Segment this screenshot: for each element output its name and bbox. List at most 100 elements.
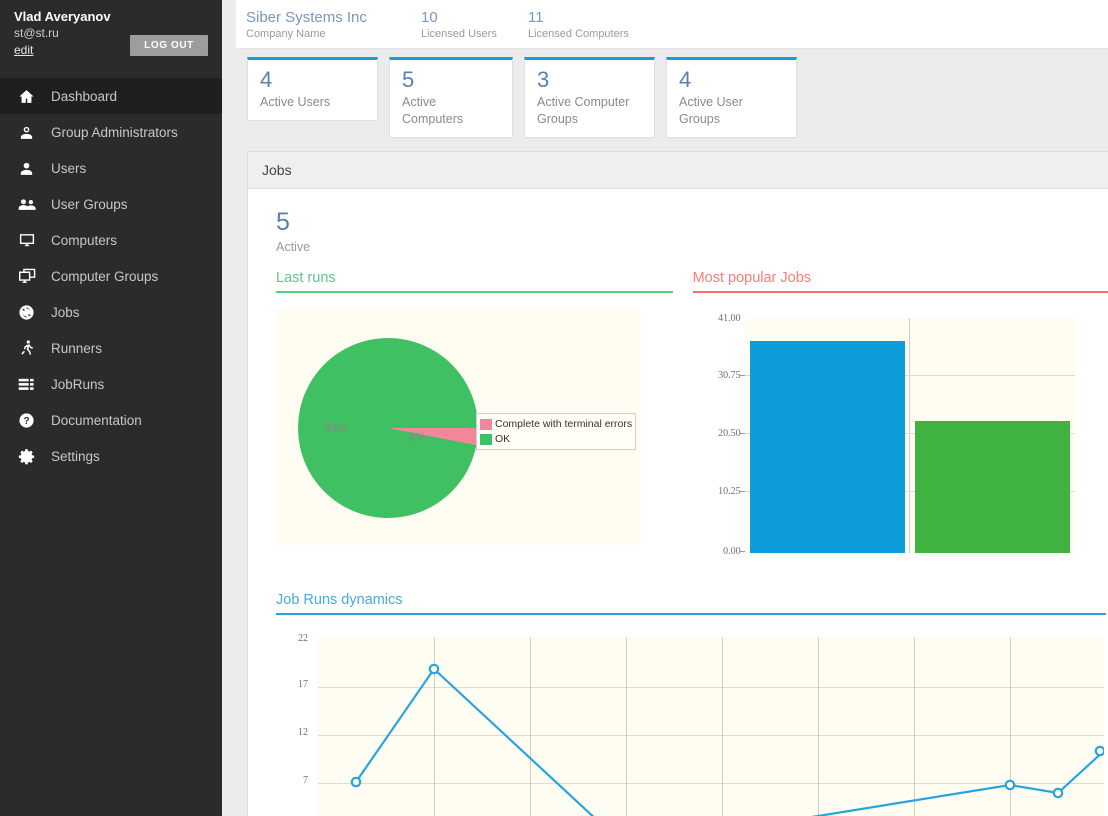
- app-root: Vlad Averyanov st@st.ru edit LOG OUT Das…: [0, 0, 1108, 816]
- line-ytick: 17: [276, 679, 308, 690]
- legend-label: OK: [495, 432, 510, 446]
- legend-item-errors: Complete with terminal errors: [480, 417, 632, 431]
- users-group-icon: [18, 196, 44, 213]
- licensed-users-label: Licensed Users: [421, 27, 528, 42]
- home-icon: [18, 88, 44, 105]
- user-outline-icon: [18, 124, 44, 141]
- sidebar-item-label: Documentation: [44, 413, 142, 428]
- card-value: 4: [679, 66, 784, 94]
- line-ytick: 22: [276, 633, 308, 644]
- line-plot-area: [318, 637, 1104, 816]
- monitors-stack-icon: [18, 268, 44, 285]
- pie-legend: Complete with terminal errors OK: [476, 413, 636, 450]
- active-jobs-count: 5: [276, 207, 1108, 238]
- jobs-panel-body: 5 Active Last runs 38% 6%: [248, 189, 1108, 816]
- svg-text:?: ?: [23, 416, 29, 427]
- card-active-user-groups[interactable]: 4 Active User Groups: [666, 57, 797, 138]
- bar-ytick: 10.25: [718, 486, 741, 497]
- most-popular-title: Most popular Jobs: [693, 270, 1108, 293]
- sidebar-item-dashboard[interactable]: Dashboard: [0, 78, 222, 114]
- card-label: Active Computers: [402, 94, 500, 128]
- sidebar-item-runners[interactable]: Runners: [0, 330, 222, 366]
- bar-ytick: 41.00: [718, 313, 741, 324]
- sidebar-item-label: Group Administrators: [44, 125, 178, 140]
- company-name-value: Siber Systems Inc: [246, 8, 421, 27]
- bar-series-2[interactable]: [915, 421, 1070, 553]
- licensed-computers-stat: 11 Licensed Computers: [528, 8, 629, 42]
- card-label: Active Users: [260, 94, 365, 111]
- sidebar-item-jobruns[interactable]: JobRuns: [0, 366, 222, 402]
- legend-item-ok: OK: [480, 432, 632, 446]
- bar-ytick: 30.75: [718, 370, 741, 381]
- company-name-label: Company Name: [246, 27, 421, 42]
- most-popular-bar-chart[interactable]: 41.00 30.75 20.50 10.25 0.00: [693, 310, 1093, 570]
- topbar: Siber Systems Inc Company Name 10 Licens…: [236, 0, 1108, 49]
- job-runs-dynamics-block: Job Runs dynamics 22 17 12 7: [276, 592, 1108, 816]
- bar-series-1[interactable]: [750, 341, 905, 553]
- sidebar-item-label: Computer Groups: [44, 269, 158, 284]
- legend-swatch-pink: [480, 419, 492, 430]
- sidebar-item-label: User Groups: [44, 197, 128, 212]
- licensed-computers-value: 11: [528, 8, 629, 27]
- sidebar-nav: Dashboard Group Administrators Users Use…: [0, 78, 222, 474]
- sidebar: Vlad Averyanov st@st.ru edit LOG OUT Das…: [0, 0, 222, 816]
- refresh-circle-icon: [18, 304, 44, 321]
- sidebar-item-label: Runners: [44, 341, 102, 356]
- edit-profile-link[interactable]: edit: [14, 43, 33, 58]
- line-ytick: 12: [276, 727, 308, 738]
- sidebar-item-documentation[interactable]: ? Documentation: [0, 402, 222, 438]
- card-value: 4: [260, 66, 365, 94]
- sidebar-item-computers[interactable]: Computers: [0, 222, 222, 258]
- bar-plot-area: [745, 318, 1075, 553]
- last-runs-title: Last runs: [276, 270, 673, 293]
- stat-cards-row: 4 Active Users 5 Active Computers 3 Acti…: [236, 49, 1108, 138]
- runner-icon: [18, 339, 44, 357]
- sidebar-item-label: Jobs: [44, 305, 80, 320]
- pie-slice-label-errors: 6%: [409, 432, 426, 444]
- line-ytick: 7: [276, 775, 308, 786]
- sidebar-item-label: Computers: [44, 233, 117, 248]
- active-jobs-label: Active: [276, 238, 1108, 256]
- job-runs-line-chart[interactable]: 22 17 12 7: [276, 631, 1106, 816]
- legend-label: Complete with terminal errors: [495, 417, 632, 431]
- line-series-path: [318, 637, 1104, 816]
- monitor-icon: [18, 232, 44, 249]
- sidebar-item-user-groups[interactable]: User Groups: [0, 186, 222, 222]
- question-circle-icon: ?: [18, 412, 44, 429]
- gear-icon: [18, 448, 44, 465]
- card-active-users[interactable]: 4 Active Users: [247, 57, 378, 121]
- sidebar-item-group-administrators[interactable]: Group Administrators: [0, 114, 222, 150]
- company-stat: Siber Systems Inc Company Name: [246, 8, 421, 42]
- sidebar-item-label: Dashboard: [44, 89, 117, 104]
- user-name: Vlad Averyanov: [14, 9, 208, 25]
- user-icon: [18, 160, 44, 177]
- user-profile-box: Vlad Averyanov st@st.ru edit LOG OUT: [0, 0, 222, 66]
- charts-row: Last runs 38% 6% Complete with terminal …: [276, 270, 1108, 570]
- last-runs-pie-chart[interactable]: 38% 6% Complete with terminal errors OK: [276, 310, 641, 545]
- jobs-panel-title: Jobs: [248, 152, 1108, 189]
- sidebar-content-gutter: [222, 0, 236, 816]
- card-label: Active Computer Groups: [537, 94, 642, 128]
- bar-ytick: 20.50: [718, 428, 741, 439]
- card-active-computer-groups[interactable]: 3 Active Computer Groups: [524, 57, 655, 138]
- card-label: Active User Groups: [679, 94, 784, 128]
- logout-button[interactable]: LOG OUT: [130, 35, 208, 56]
- jobs-panel: Jobs 5 Active Last runs 38% 6%: [247, 151, 1108, 816]
- licensed-computers-label: Licensed Computers: [528, 27, 629, 42]
- sidebar-item-users[interactable]: Users: [0, 150, 222, 186]
- sidebar-item-jobs[interactable]: Jobs: [0, 294, 222, 330]
- card-value: 5: [402, 66, 500, 94]
- sidebar-item-label: JobRuns: [44, 377, 104, 392]
- most-popular-chart-block: Most popular Jobs 41.00 30.75 20.50 10.2…: [693, 270, 1108, 570]
- sidebar-item-settings[interactable]: Settings: [0, 438, 222, 474]
- legend-swatch-green: [480, 434, 492, 445]
- card-active-computers[interactable]: 5 Active Computers: [389, 57, 513, 138]
- card-value: 3: [537, 66, 642, 94]
- dynamics-title: Job Runs dynamics: [276, 592, 1106, 615]
- pie-slice-label-ok: 38%: [324, 423, 347, 435]
- list-rows-icon: [18, 377, 44, 392]
- main-content: Siber Systems Inc Company Name 10 Licens…: [236, 0, 1108, 816]
- licensed-users-value: 10: [421, 8, 528, 27]
- licensed-users-stat: 10 Licensed Users: [421, 8, 528, 42]
- sidebar-item-computer-groups[interactable]: Computer Groups: [0, 258, 222, 294]
